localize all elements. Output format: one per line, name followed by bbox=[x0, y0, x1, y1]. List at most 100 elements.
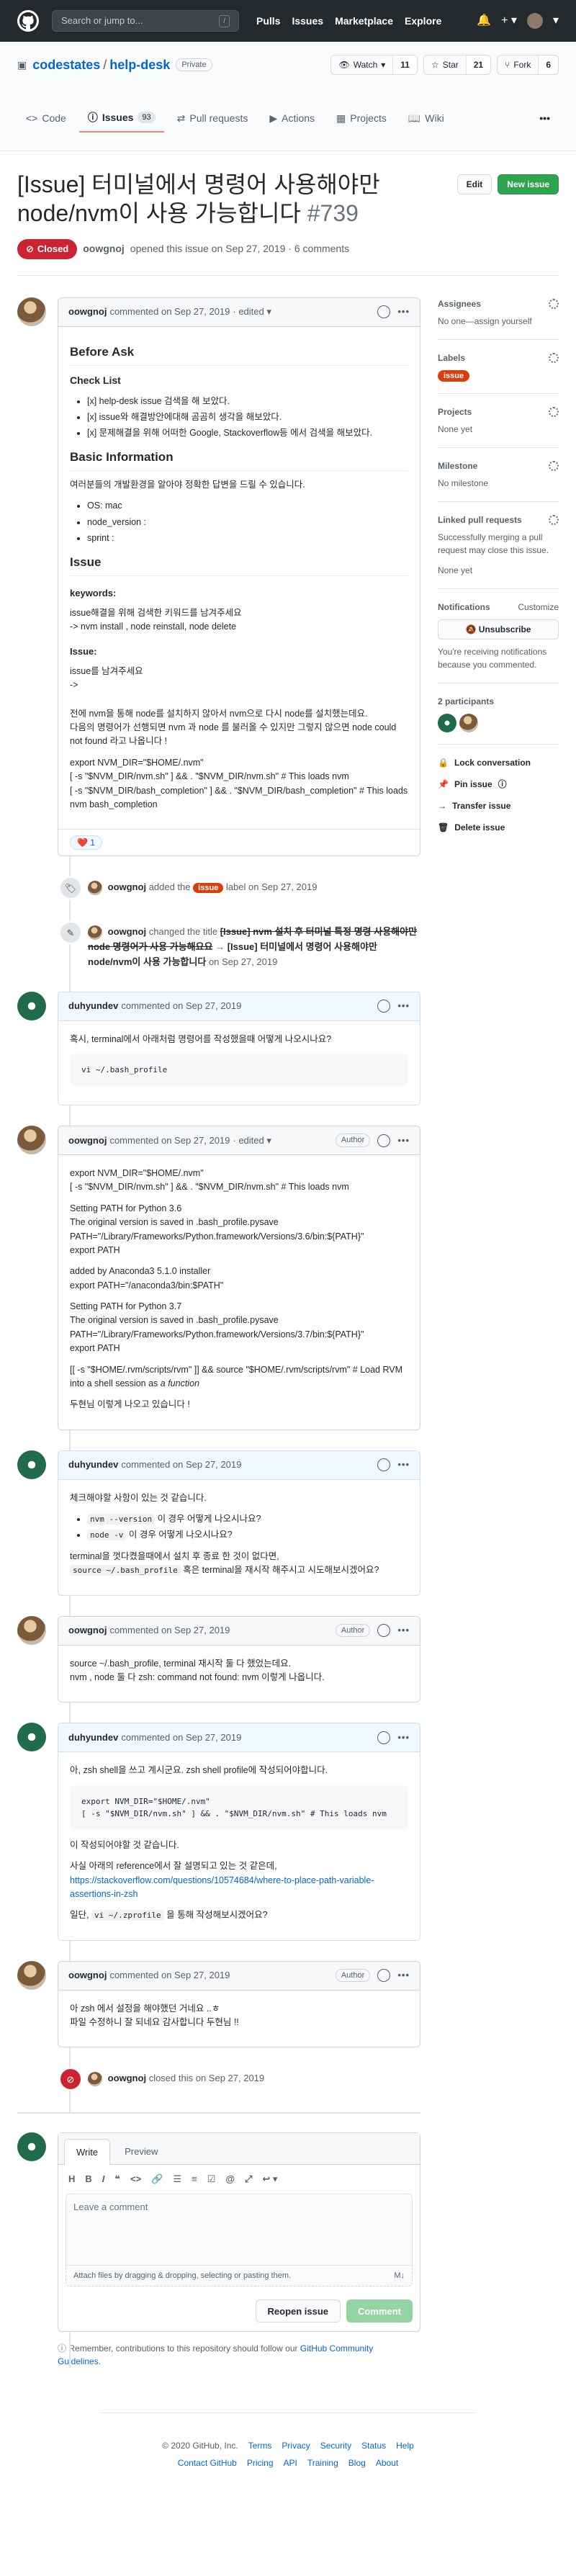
kebab-menu-icon[interactable]: ••• bbox=[397, 1458, 410, 1472]
unordered-list-icon[interactable]: ☰ bbox=[173, 2172, 181, 2186]
ordered-list-icon[interactable]: ≡ bbox=[192, 2172, 197, 2186]
comment-author[interactable]: duhyundev bbox=[68, 999, 118, 1013]
avatar[interactable] bbox=[17, 1450, 46, 1479]
issue-author-link[interactable]: oowgnoj bbox=[83, 241, 125, 256]
comment-timestamp[interactable]: commented on Sep 27, 2019 bbox=[109, 1968, 230, 1983]
event-actor[interactable]: oowgnoj bbox=[108, 881, 146, 892]
comment-author[interactable]: oowgnoj bbox=[68, 305, 107, 319]
tab-more[interactable]: ••• bbox=[531, 104, 559, 133]
avatar[interactable] bbox=[17, 1960, 46, 1990]
tab-actions[interactable]: ▶ Actions bbox=[261, 104, 323, 133]
comment-timestamp[interactable]: commented on Sep 27, 2019 bbox=[109, 305, 230, 319]
kebab-menu-icon[interactable]: ••• bbox=[397, 1968, 410, 1983]
reference-icon[interactable]: ⤢ bbox=[245, 2172, 252, 2186]
avatar[interactable] bbox=[17, 2132, 46, 2162]
fork-count[interactable]: 6 bbox=[538, 55, 558, 74]
kebab-menu-icon[interactable]: ••• bbox=[397, 305, 410, 319]
kebab-menu-icon[interactable]: ••• bbox=[397, 1623, 410, 1638]
comment-timestamp[interactable]: commented on Sep 27, 2019 bbox=[109, 1134, 230, 1148]
footer-link[interactable]: Training bbox=[307, 2456, 338, 2469]
italic-icon[interactable]: I bbox=[102, 2172, 105, 2186]
footer-link[interactable]: Blog bbox=[348, 2456, 366, 2469]
smiley-icon[interactable] bbox=[377, 1731, 391, 1744]
comment-timestamp[interactable]: commented on Sep 27, 2019 bbox=[121, 999, 241, 1013]
comment-author[interactable]: duhyundev bbox=[68, 1458, 118, 1472]
footer-link[interactable]: Status bbox=[361, 2439, 386, 2452]
assignees-value[interactable]: No one—assign yourself bbox=[438, 315, 559, 328]
gear-icon[interactable] bbox=[549, 515, 559, 525]
attach-files-area[interactable]: Attach files by dragging & dropping, sel… bbox=[66, 2265, 413, 2287]
footer-link[interactable]: Terms bbox=[248, 2439, 272, 2452]
label-issue[interactable]: issue bbox=[438, 369, 470, 382]
footer-link[interactable]: Privacy bbox=[282, 2439, 310, 2452]
kebab-menu-icon[interactable]: ••• bbox=[397, 1731, 410, 1745]
avatar[interactable] bbox=[17, 1615, 46, 1645]
comment-author[interactable]: duhyundev bbox=[68, 1731, 118, 1745]
footer-link[interactable]: Security bbox=[320, 2439, 351, 2452]
tab-pull-requests[interactable]: ⇄ Pull requests bbox=[168, 104, 257, 133]
plus-icon[interactable]: + ▾ bbox=[501, 12, 517, 30]
pin-issue-link[interactable]: 📌 Pin issue ⓘ bbox=[438, 778, 559, 791]
avatar[interactable] bbox=[17, 991, 46, 1020]
nav-issues[interactable]: Issues bbox=[292, 14, 323, 29]
fork-button[interactable]: ⑂ Fork 6 bbox=[497, 55, 559, 75]
heart-reaction[interactable]: ❤️ 1 bbox=[70, 835, 102, 851]
search-input[interactable]: Search or jump to... / bbox=[52, 10, 239, 32]
avatar[interactable] bbox=[459, 714, 478, 732]
heading-icon[interactable]: H bbox=[68, 2172, 75, 2186]
avatar[interactable] bbox=[17, 297, 46, 326]
user-avatar[interactable] bbox=[526, 13, 543, 29]
avatar[interactable] bbox=[17, 1723, 46, 1752]
tab-wiki[interactable]: 📖 Wiki bbox=[400, 104, 453, 133]
avatar[interactable] bbox=[438, 714, 456, 732]
smiley-icon[interactable] bbox=[377, 305, 391, 318]
nav-explore[interactable]: Explore bbox=[405, 14, 441, 29]
bell-icon[interactable]: 🔔 bbox=[477, 12, 491, 30]
comment-timestamp[interactable]: commented on Sep 27, 2019 bbox=[121, 1731, 241, 1745]
nav-marketplace[interactable]: Marketplace bbox=[335, 14, 393, 29]
tab-projects[interactable]: ▦ Projects bbox=[328, 104, 395, 133]
avatar[interactable] bbox=[88, 880, 102, 895]
tab-preview[interactable]: Preview bbox=[113, 2139, 169, 2165]
comment-timestamp[interactable]: commented on Sep 27, 2019 bbox=[121, 1458, 241, 1472]
chevron-down-icon[interactable]: ▾ bbox=[553, 12, 559, 30]
quote-icon[interactable]: ❝ bbox=[114, 2172, 120, 2186]
github-logo-icon[interactable] bbox=[17, 10, 39, 32]
reply-icon[interactable]: ↩ ▾ bbox=[262, 2172, 277, 2186]
smiley-icon[interactable] bbox=[377, 1624, 391, 1638]
tab-code[interactable]: <> Code bbox=[17, 104, 75, 133]
comment-textarea[interactable]: Leave a comment bbox=[66, 2193, 413, 2266]
comment-submit-button[interactable]: Comment bbox=[346, 2299, 413, 2323]
gear-icon[interactable] bbox=[549, 407, 559, 417]
avatar[interactable] bbox=[88, 2071, 102, 2086]
footer-link[interactable]: About bbox=[376, 2456, 398, 2469]
avatar[interactable] bbox=[88, 925, 102, 940]
kebab-menu-icon[interactable]: ••• bbox=[397, 999, 410, 1013]
star-count[interactable]: 21 bbox=[465, 55, 491, 74]
delete-issue-link[interactable]: 🗑 Delete issue bbox=[438, 821, 559, 834]
star-button[interactable]: ☆ Star 21 bbox=[423, 55, 492, 75]
avatar[interactable] bbox=[17, 1126, 46, 1155]
event-actor[interactable]: oowgnoj bbox=[108, 2073, 146, 2083]
footer-link[interactable]: Pricing bbox=[247, 2456, 274, 2469]
reference-link[interactable]: https://stackoverflow.com/questions/1057… bbox=[70, 1875, 374, 1899]
link-icon[interactable]: 🔗 bbox=[151, 2172, 163, 2186]
repo-name-link[interactable]: help-desk bbox=[109, 55, 170, 75]
mention-icon[interactable]: @ bbox=[225, 2172, 235, 2186]
gear-icon[interactable] bbox=[549, 461, 559, 471]
tab-write[interactable]: Write bbox=[64, 2138, 111, 2166]
comment-author[interactable]: oowgnoj bbox=[68, 1968, 107, 1983]
comment-author[interactable]: oowgnoj bbox=[68, 1134, 107, 1148]
gear-icon[interactable] bbox=[549, 352, 559, 363]
watch-count[interactable]: 11 bbox=[392, 55, 417, 74]
gear-icon[interactable] bbox=[549, 298, 559, 309]
unsubscribe-button[interactable]: 🔕 Unsubscribe bbox=[438, 619, 559, 639]
transfer-issue-link[interactable]: → Transfer issue bbox=[438, 799, 559, 812]
edited-dropdown[interactable]: · edited ▾ bbox=[233, 1134, 271, 1148]
issue-label[interactable]: issue bbox=[193, 883, 224, 894]
new-issue-button[interactable]: New issue bbox=[498, 174, 559, 194]
footer-link[interactable]: Contact GitHub bbox=[178, 2456, 237, 2469]
event-actor[interactable]: oowgnoj bbox=[108, 926, 146, 937]
repo-owner-link[interactable]: codestates bbox=[32, 55, 100, 75]
task-list-icon[interactable]: ☑ bbox=[207, 2172, 216, 2186]
